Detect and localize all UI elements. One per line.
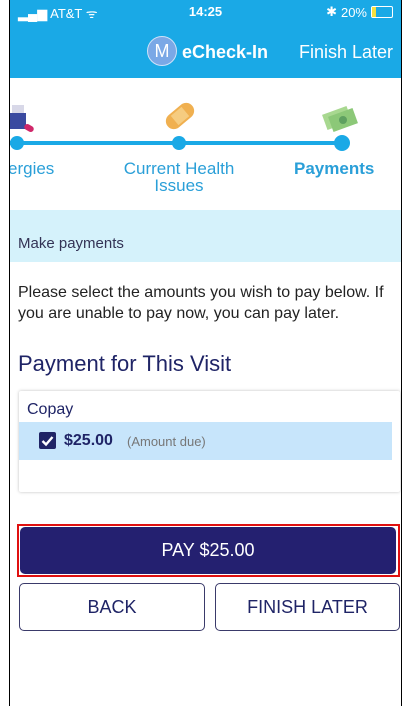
step-dot-payments[interactable] — [334, 135, 350, 151]
step-label-allergies[interactable]: ergies — [10, 160, 54, 177]
step-label-health-issues[interactable]: Current Health Issues — [118, 160, 240, 194]
copay-label: Copay — [27, 401, 74, 418]
step-label-payments[interactable]: Payments — [294, 160, 374, 177]
status-right: ✱ 20% — [326, 4, 393, 20]
finish-later-button[interactable]: FINISH LATER — [215, 583, 400, 631]
page-title: eCheck-In — [182, 42, 269, 62]
copay-row[interactable]: $25.00 (Amount due) — [19, 422, 392, 460]
copay-amount: $25.00 — [64, 432, 113, 449]
bandage-icon — [165, 102, 195, 130]
finish-later-link[interactable]: Finish Later — [299, 42, 393, 63]
pay-button[interactable]: PAY $25.00 — [20, 527, 396, 574]
checkmark-icon — [41, 436, 54, 447]
instructions-text: Please select the amounts you wish to pa… — [18, 284, 384, 322]
avatar[interactable]: M — [147, 36, 177, 66]
allergy-icon — [10, 105, 34, 132]
step-dot-health-issues[interactable] — [172, 136, 186, 150]
step-dot-allergies[interactable] — [10, 136, 24, 150]
back-button[interactable]: BACK — [19, 583, 205, 631]
status-bar: ▂▄▆ AT&T ᯤ 14:25 ✱ 20% — [10, 0, 401, 22]
money-icon — [322, 106, 358, 132]
step-label-health-line2: Issues — [154, 176, 204, 195]
banner-text: Make payments — [18, 235, 124, 252]
battery-icon — [371, 6, 393, 18]
progress-stepper: ergies Current Health Issues Payments — [10, 78, 401, 198]
copay-amount-note: (Amount due) — [127, 434, 206, 449]
payment-card: Copay $25.00 (Amount due) — [19, 391, 400, 492]
section-banner: Make payments — [10, 210, 401, 262]
bluetooth-icon: ✱ — [326, 4, 337, 19]
copay-checkbox[interactable] — [39, 432, 56, 449]
battery-percent: 20% — [340, 4, 367, 20]
nav-bar: M eCheck-In Finish Later — [10, 32, 401, 74]
section-title: Payment for This Visit — [18, 351, 232, 376]
app-header: ▂▄▆ AT&T ᯤ 14:25 ✱ 20% M eCheck-In Finis… — [10, 0, 401, 78]
